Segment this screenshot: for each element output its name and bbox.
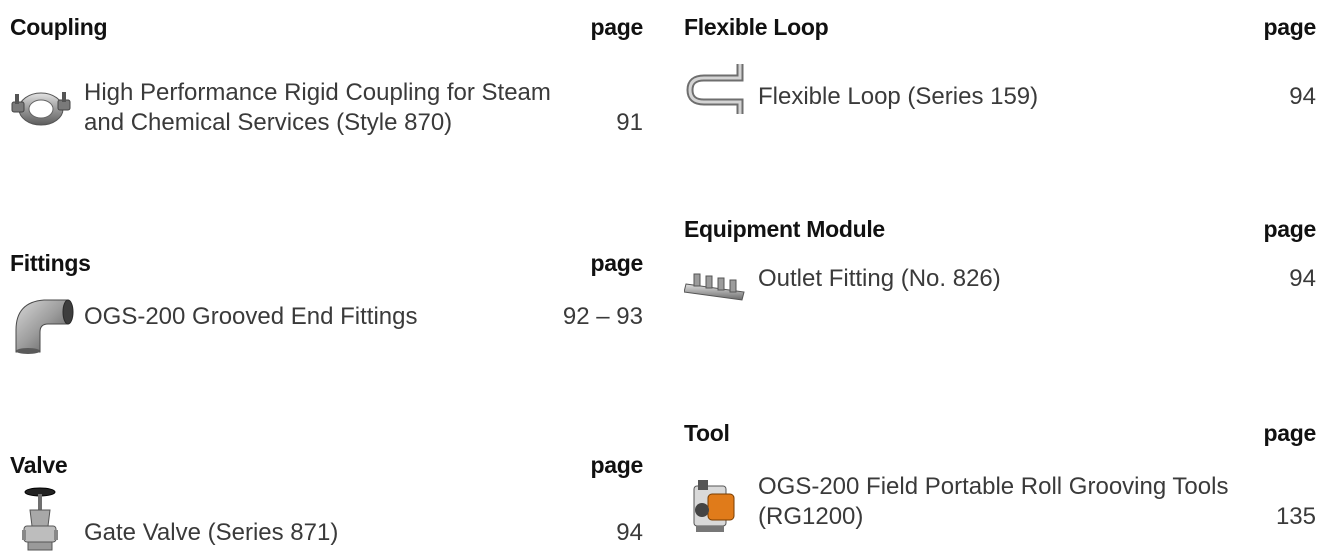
- toc-entry[interactable]: OGS-200 Grooved End Fittings 92 – 93: [10, 290, 643, 354]
- section-header: Equipment Module page: [684, 214, 1316, 244]
- section-header: Flexible Loop page: [684, 12, 1316, 42]
- elbow-fitting-icon: [10, 290, 74, 359]
- roll-grooving-tool-icon: [690, 476, 740, 541]
- entry-description: Gate Valve (Series 871): [84, 519, 339, 546]
- section-valve: Valve page Gate Valve (Series 871) 94: [10, 450, 643, 552]
- section-header: Valve page: [10, 450, 643, 480]
- section-title: Equipment Module: [684, 215, 885, 242]
- entry-page-number: 94: [1289, 83, 1316, 110]
- section-header: Coupling page: [10, 12, 643, 42]
- entry-page-number: 94: [616, 519, 643, 546]
- section-title: Valve: [10, 451, 68, 478]
- page-column-label: page: [590, 451, 644, 478]
- entry-description: OGS-200 Grooved End Fittings: [84, 303, 418, 330]
- section-header: Fittings page: [10, 248, 643, 278]
- toc-entry[interactable]: Flexible Loop (Series 159) 94: [684, 60, 1316, 122]
- section-title: Fittings: [10, 249, 91, 276]
- entry-description: OGS-200 Field Portable Roll Grooving Too…: [758, 473, 1229, 530]
- section-title: Flexible Loop: [684, 13, 829, 40]
- gate-valve-icon: [20, 486, 64, 557]
- toc-entry[interactable]: OGS-200 Field Portable Roll Grooving Too…: [684, 468, 1316, 546]
- section-flexible-loop: Flexible Loop page Flexible Loop (Series…: [684, 12, 1316, 122]
- toc-entry[interactable]: High Performance Rigid Coupling for Stea…: [10, 78, 643, 142]
- page-column-label: page: [1263, 215, 1317, 242]
- flexible-loop-icon: [684, 60, 746, 121]
- entry-page-number: 91: [616, 109, 643, 136]
- page-column-label: page: [590, 13, 644, 40]
- page-column-label: page: [1263, 13, 1317, 40]
- entry-page-number: 135: [1275, 503, 1316, 530]
- section-fittings: Fittings page OGS-200 Grooved End Fittin…: [10, 248, 643, 354]
- entry-page-number: 94: [1289, 265, 1316, 292]
- page-column-label: page: [590, 249, 644, 276]
- section-title: Coupling: [10, 13, 108, 40]
- section-equipment-module: Equipment Module page Outlet Fitting (No…: [683, 214, 1316, 324]
- toc-entry[interactable]: Outlet Fitting (No. 826) 94: [683, 262, 1316, 312]
- entry-page-number: 92 – 93: [562, 303, 643, 330]
- section-title: Tool: [684, 419, 730, 446]
- entry-description: High Performance Rigid Coupling for Stea…: [84, 79, 551, 136]
- outlet-fitting-icon: [683, 266, 748, 307]
- section-coupling: Coupling page High Performance Rigid Cou…: [10, 12, 643, 152]
- section-header: Tool page: [684, 418, 1316, 448]
- entry-description: Outlet Fitting (No. 826): [758, 265, 1001, 292]
- toc-entry[interactable]: Gate Valve (Series 871) 94: [10, 486, 643, 552]
- rigid-coupling-icon: [10, 82, 72, 137]
- entry-description: Flexible Loop (Series 159): [758, 83, 1039, 110]
- section-tool: Tool page OGS-200 Field Portable Roll Gr…: [684, 418, 1316, 552]
- page-column-label: page: [1263, 419, 1317, 446]
